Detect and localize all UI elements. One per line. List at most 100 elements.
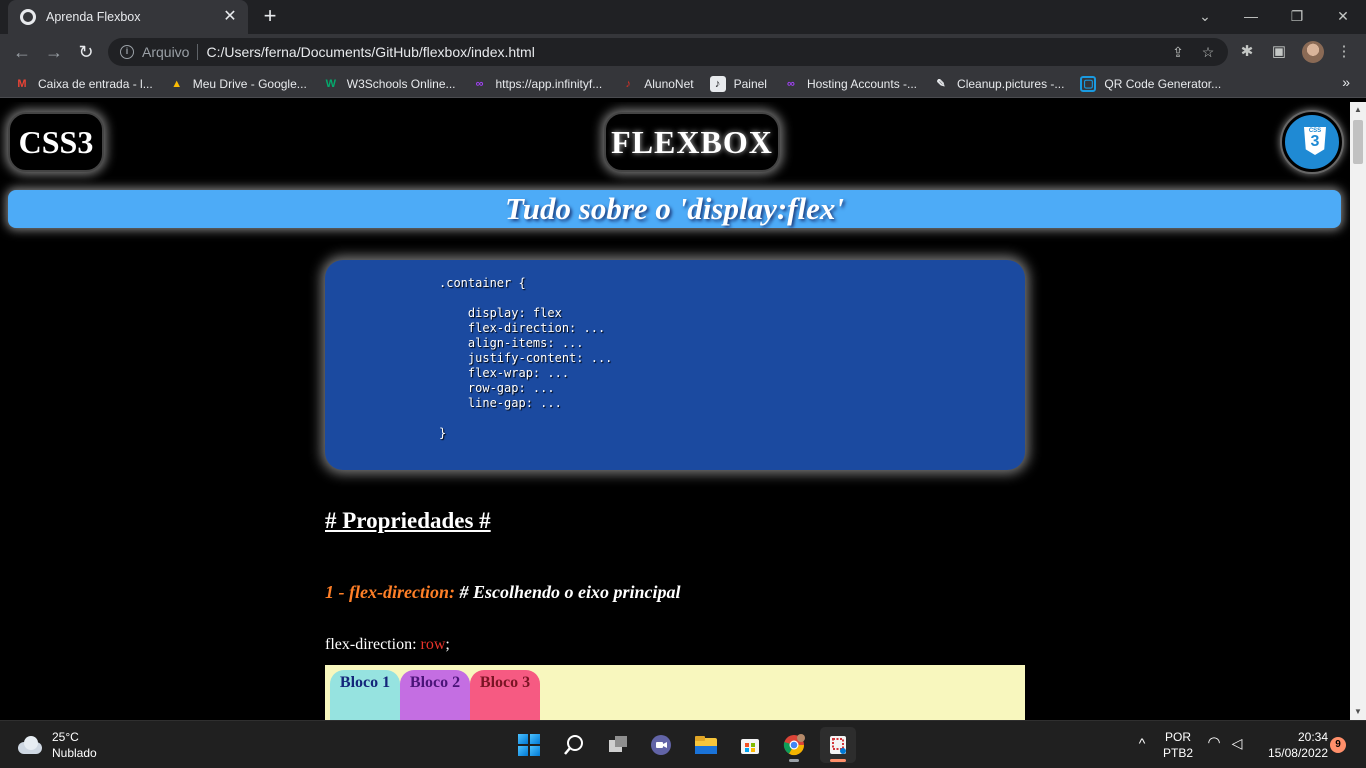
css3-badge-icon: CSS 3 [1282, 112, 1342, 172]
volume-icon[interactable]: ◁ [1228, 735, 1246, 751]
file-explorer-button[interactable] [688, 727, 724, 763]
google-drive-icon: ▲ [171, 77, 183, 90]
back-button[interactable]: ← [10, 40, 34, 64]
scroll-up-icon[interactable]: ▲ [1350, 102, 1366, 118]
bookmark-item[interactable]: ∞ Hosting Accounts -... [783, 72, 917, 96]
flex-demo-container: Bloco 1 Bloco 2 Bloco 3 [325, 665, 1025, 720]
bloco-1: Bloco 1 [330, 670, 400, 720]
input-language[interactable]: POR PTB2 [1160, 729, 1196, 761]
clock-date: 15/08/2022 [1267, 746, 1328, 760]
bookmark-label: AlunoNet [644, 76, 694, 91]
browser-toolbar: ← → ↻ i Arquivo C:/Users/ferna/Documents… [0, 34, 1366, 70]
page-banner: Tudo sobre o 'display:flex' [8, 190, 1341, 228]
bloco-2: Bloco 2 [400, 670, 470, 720]
address-bar[interactable]: i Arquivo C:/Users/ferna/Documents/GitHu… [108, 38, 1228, 66]
bookmark-label: QR Code Generator... [1104, 76, 1222, 91]
cleanup-icon: ✎ [936, 77, 946, 90]
bookmark-item[interactable]: ▲ Meu Drive - Google... [169, 72, 307, 96]
site-info-icon[interactable]: i [120, 45, 134, 59]
task-view-button[interactable] [600, 727, 636, 763]
bookmark-item[interactable]: ∞ https://app.infinityf... [472, 72, 603, 96]
language-label: POR [1164, 730, 1191, 744]
more-bookmarks-icon[interactable]: » [1342, 74, 1350, 90]
scheme-label: Arquivo [142, 44, 190, 60]
scroll-down-icon[interactable]: ▼ [1350, 704, 1366, 720]
property-description: # Escolhendo o eixo principal [454, 582, 681, 602]
bookmark-item[interactable]: ✎ Cleanup.pictures -... [933, 72, 1064, 96]
reload-button[interactable]: ↻ [74, 40, 98, 64]
wifi-icon[interactable]: ◠ [1204, 735, 1224, 751]
painel-icon: ♪ [709, 75, 726, 92]
scrollbar-thumb[interactable] [1353, 120, 1363, 164]
running-indicator [789, 759, 799, 762]
weather-widget[interactable]: 25°C Nublado [16, 729, 97, 761]
search-button[interactable] [556, 727, 592, 763]
page-viewport: CSS3 FLEXBOX CSS 3 Tudo sobre o 'display… [0, 102, 1350, 720]
qr-code-icon: ▢ [1080, 75, 1097, 92]
chrome-icon [783, 734, 805, 756]
taskbar: 25°C Nublado ^ POR PTB2 ◠ ◁ 20:34 15/08/… [0, 720, 1366, 768]
bookmark-label: Meu Drive - Google... [192, 76, 307, 91]
globe-icon [20, 9, 36, 25]
start-button[interactable] [511, 727, 547, 763]
snipping-tool-button[interactable] [820, 727, 856, 763]
tab-close-icon[interactable]: ✕ [220, 7, 240, 27]
new-tab-button[interactable]: + [258, 5, 282, 29]
url-text[interactable]: C:/Users/ferna/Documents/GitHub/flexbox/… [206, 44, 1168, 60]
hosting-icon: ∞ [787, 77, 795, 90]
cloud-icon [16, 736, 44, 754]
snipping-tool-icon [830, 736, 846, 754]
bookmark-item[interactable]: ▢ QR Code Generator... [1080, 72, 1221, 96]
notification-badge[interactable]: 9 [1330, 737, 1346, 753]
section-title: # Propriedades # [325, 508, 491, 533]
keyboard-layout-label: PTB2 [1162, 746, 1193, 760]
profile-avatar[interactable] [1302, 41, 1324, 63]
css-badge-number: 3 [1310, 133, 1320, 150]
store-button[interactable] [732, 727, 768, 763]
bookmark-item[interactable]: W W3Schools Online... [323, 72, 456, 96]
property-example: flex-direction: row; [325, 636, 450, 654]
tab-search-chevron-icon[interactable]: ⌄ [1182, 0, 1228, 32]
chat-button[interactable] [643, 727, 679, 763]
flexbox-logo: FLEXBOX [604, 112, 780, 172]
browser-menu-icon[interactable]: ⋮ [1334, 42, 1354, 62]
bookmark-item[interactable]: M Caixa de entrada - l... [14, 72, 153, 96]
weather-desc: Nublado [52, 746, 97, 760]
tab-title: Aprenda Flexbox [46, 10, 141, 24]
bloco-3: Bloco 3 [470, 670, 540, 720]
bookmark-label: Cleanup.pictures -... [957, 76, 1065, 91]
bookmark-label: https://app.infinityf... [495, 76, 603, 91]
restore-button[interactable]: ❐ [1274, 0, 1320, 32]
share-icon[interactable]: ⇪ [1168, 42, 1188, 62]
bookmark-label: Painel [733, 76, 767, 91]
w3schools-icon: W [325, 77, 336, 90]
folder-icon [695, 736, 717, 754]
bookmark-label: Hosting Accounts -... [806, 76, 918, 91]
store-icon [741, 739, 759, 754]
bookmark-star-icon[interactable]: ☆ [1198, 42, 1218, 62]
active-indicator [830, 759, 846, 762]
tab-bar: Aprenda Flexbox ✕ + ⌄ — ❐ ✕ [0, 0, 1366, 34]
property-example-end: ; [445, 636, 450, 653]
close-window-button[interactable]: ✕ [1320, 0, 1366, 32]
container-code: .container { display: flex flex-directio… [439, 276, 613, 440]
minimize-button[interactable]: — [1228, 0, 1274, 32]
search-icon [564, 735, 583, 755]
bookmark-label: Caixa de entrada - l... [38, 76, 153, 91]
side-panel-icon[interactable]: ▣ [1269, 42, 1289, 62]
tray-chevron-icon[interactable]: ^ [1134, 735, 1150, 751]
css3-logo: CSS3 [8, 112, 104, 172]
page-scrollbar[interactable]: ▲ ▼ [1350, 102, 1366, 720]
infinityfree-icon: ∞ [475, 77, 484, 90]
clock[interactable]: 20:34 15/08/2022 [1256, 729, 1328, 761]
bookmark-item[interactable]: ♪ Painel [709, 72, 767, 96]
chrome-button[interactable] [776, 727, 812, 763]
task-view-icon [609, 736, 627, 752]
gmail-icon: M [17, 77, 27, 90]
forward-button[interactable]: → [42, 40, 66, 64]
tab-aprenda-flexbox[interactable]: Aprenda Flexbox ✕ [8, 0, 248, 34]
extensions-puzzle-icon[interactable]: ✱ [1237, 42, 1257, 62]
bookmark-item[interactable]: ♪ AlunoNet [620, 72, 693, 96]
property-name: 1 - flex-direction: [325, 582, 455, 602]
windows-icon [518, 734, 540, 756]
